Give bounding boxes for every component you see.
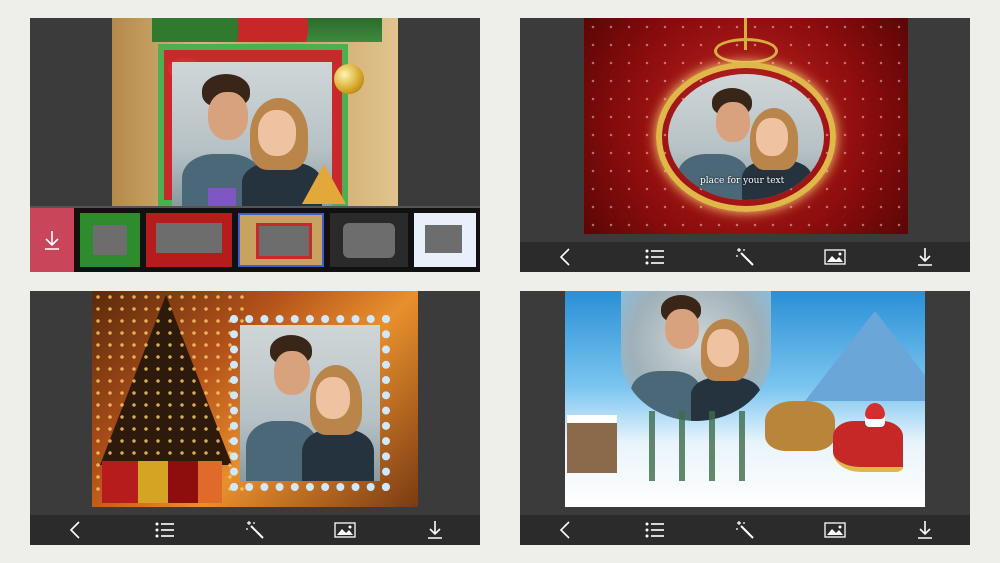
image-icon xyxy=(824,249,846,265)
thumbnail-green-frame[interactable] xyxy=(80,213,140,267)
image-button[interactable] xyxy=(820,515,850,545)
back-button[interactable] xyxy=(550,242,580,272)
thumbnail-dark-frame[interactable] xyxy=(330,213,408,267)
list-icon xyxy=(155,522,174,538)
screen-santa xyxy=(520,291,970,545)
list-icon xyxy=(645,249,664,265)
image-button[interactable] xyxy=(330,515,360,545)
image-icon xyxy=(824,522,846,538)
frame-canvas[interactable] xyxy=(112,18,398,206)
back-icon xyxy=(69,521,80,539)
back-button[interactable] xyxy=(550,515,580,545)
list-button[interactable] xyxy=(640,515,670,545)
magic-wand-icon xyxy=(246,521,264,539)
list-button[interactable] xyxy=(640,242,670,272)
thumbnail-gift-frame[interactable] xyxy=(238,213,324,267)
screen-snowflake xyxy=(30,291,480,545)
ornament-icon xyxy=(334,64,364,94)
toolbar xyxy=(520,515,970,545)
frame-canvas[interactable] xyxy=(565,291,925,507)
effects-button[interactable] xyxy=(730,515,760,545)
garland-decoration xyxy=(152,18,382,42)
sleigh-icon xyxy=(833,421,903,472)
snowy-trees-decoration xyxy=(635,411,755,481)
download-icon xyxy=(428,521,442,539)
screen-editor xyxy=(30,18,480,272)
gift-icon xyxy=(208,188,236,206)
thumbnail-strip xyxy=(30,206,480,272)
thumbnail-blue-frame[interactable] xyxy=(414,213,476,267)
effects-button[interactable] xyxy=(240,515,270,545)
couple-photo xyxy=(240,325,380,481)
image-icon xyxy=(334,522,356,538)
mountains-decoration xyxy=(805,311,925,401)
magic-wand-icon xyxy=(736,521,754,539)
download-button[interactable] xyxy=(910,242,940,272)
back-icon xyxy=(559,521,570,539)
gifts-icon xyxy=(102,461,222,503)
toolbar xyxy=(30,515,480,545)
house-icon xyxy=(567,415,617,473)
magic-wand-icon xyxy=(736,248,754,266)
caption-text: place for your text xyxy=(700,176,785,186)
frame-canvas[interactable]: place for your text xyxy=(584,18,908,234)
list-button[interactable] xyxy=(150,515,180,545)
ribbon-string xyxy=(744,18,747,50)
list-icon xyxy=(645,522,664,538)
screen-ornament: place for your text xyxy=(520,18,970,272)
couple-photo xyxy=(621,291,771,421)
back-icon xyxy=(559,248,570,266)
santa-icon xyxy=(865,403,885,427)
frame-canvas[interactable] xyxy=(92,291,418,507)
effects-button[interactable] xyxy=(730,242,760,272)
image-button[interactable] xyxy=(820,242,850,272)
download-icon xyxy=(918,248,932,266)
download-button[interactable] xyxy=(30,208,74,272)
download-icon xyxy=(45,231,59,250)
toolbar xyxy=(520,242,970,272)
download-button[interactable] xyxy=(910,515,940,545)
download-button[interactable] xyxy=(420,515,450,545)
tree-icon xyxy=(302,164,346,204)
thumbnail-red-frame[interactable] xyxy=(146,213,232,267)
reindeer-icon xyxy=(765,401,835,451)
download-icon xyxy=(918,521,932,539)
back-button[interactable] xyxy=(60,515,90,545)
